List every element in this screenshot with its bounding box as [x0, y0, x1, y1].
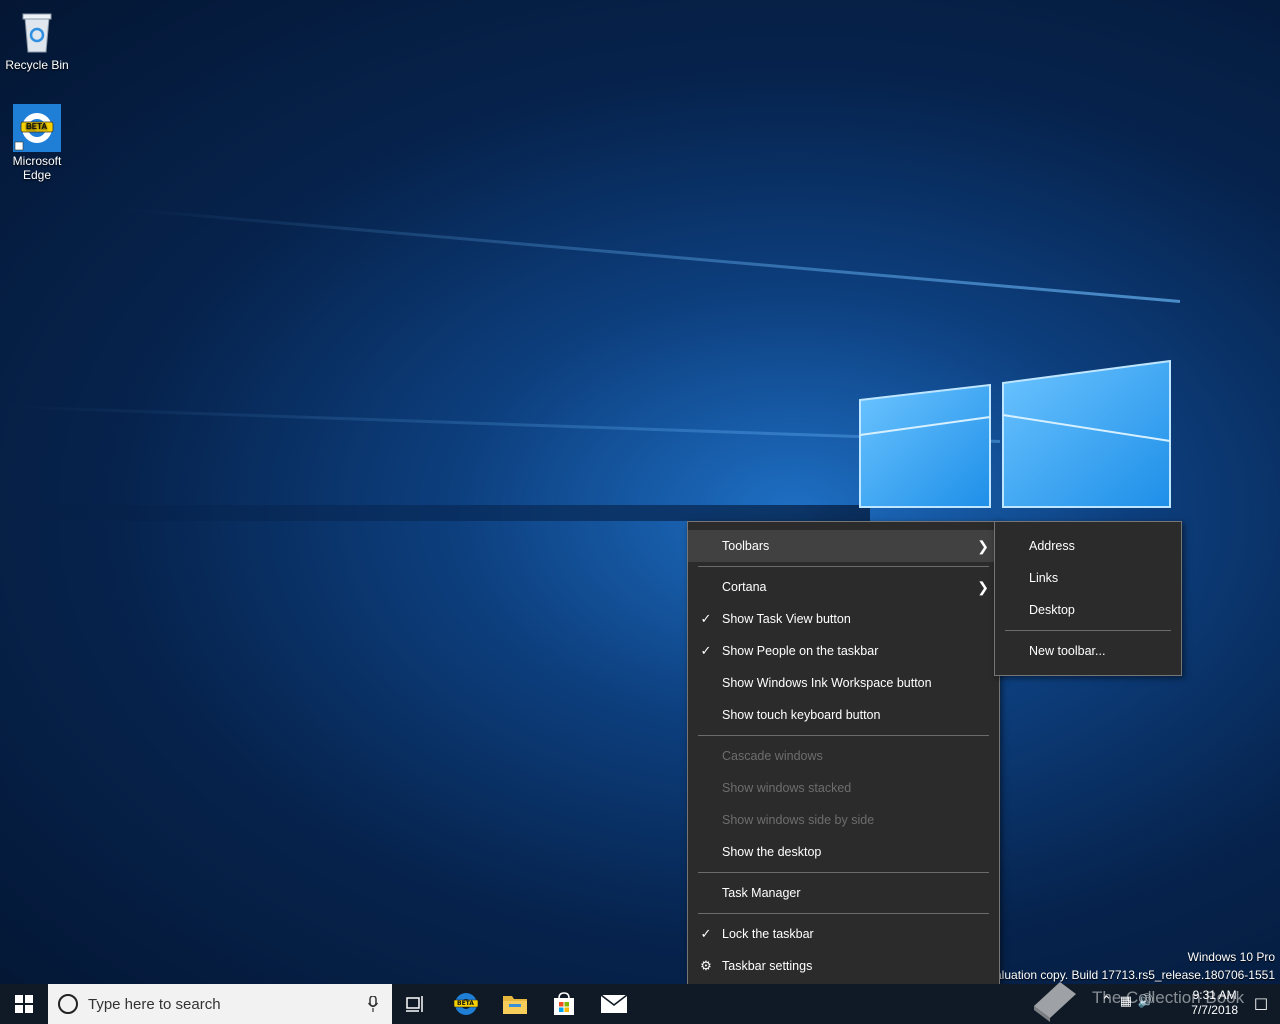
checkmark-icon: ✓: [700, 643, 712, 658]
submenu-item-desktop[interactable]: Desktop: [995, 594, 1181, 626]
evaluation-watermark: Windows 10 Pro Evaluation copy. Build 17…: [981, 948, 1275, 984]
menu-item-lock-the-taskbar[interactable]: ✓ Lock the taskbar: [688, 918, 999, 950]
mail-envelope-icon: [601, 995, 627, 1013]
microsoft-edge-label: Microsoft Edge: [12, 154, 62, 182]
menu-item-label: Show windows stacked: [722, 781, 852, 795]
menu-item-label: Show Task View button: [722, 612, 851, 626]
menu-separator: [698, 913, 989, 914]
shadow-band: [0, 505, 870, 521]
menu-item-label: Cortana: [722, 580, 767, 594]
network-icon[interactable]: ▦: [1120, 994, 1132, 1009]
taskbar: Type here to search BETA ⌃ ▦ 🔊 9:31 AM 7…: [0, 984, 1280, 1024]
edition-text: Windows 10 Pro: [1187, 950, 1275, 964]
microphone-icon[interactable]: [368, 996, 378, 1012]
menu-item-label: Show the desktop: [722, 845, 822, 859]
menu-separator: [698, 872, 989, 873]
chevron-right-icon: ❯: [977, 579, 989, 595]
toolbars-submenu: Address Links Desktop New toolbar...: [994, 521, 1182, 676]
menu-item-label: Show windows side by side: [722, 813, 875, 827]
menu-item-show-windows-side-by-side: Show windows side by side: [688, 804, 999, 836]
beta-badge-label: BETA: [26, 122, 48, 131]
menu-item-show-touch-keyboard[interactable]: Show touch keyboard button: [688, 699, 999, 731]
edge-beta-icon: BETA: [13, 104, 61, 152]
menu-item-label: Cascade windows: [722, 749, 823, 763]
task-view-icon: [406, 996, 423, 1012]
menu-item-label: Toolbars: [722, 539, 770, 553]
light-beam: [0, 405, 1001, 443]
mail-button[interactable]: [590, 984, 638, 1024]
recycle-bin-icon: [13, 8, 61, 56]
menu-item-label: New toolbar...: [1029, 644, 1106, 658]
menu-item-show-task-view-button[interactable]: ✓ Show Task View button: [688, 603, 999, 635]
menu-item-label: Show touch keyboard button: [722, 708, 881, 722]
checkmark-icon: ✓: [700, 611, 712, 626]
action-center-icon[interactable]: □: [1254, 994, 1268, 1012]
menu-item-label: Links: [1029, 571, 1059, 585]
volume-icon[interactable]: 🔊: [1138, 994, 1154, 1009]
start-button[interactable]: [0, 984, 48, 1024]
edge-beta-badge: BETA: [457, 1000, 474, 1007]
search-placeholder: Type here to search: [88, 995, 221, 1013]
submenu-item-address[interactable]: Address: [995, 530, 1181, 562]
chevron-right-icon: ❯: [977, 538, 989, 554]
menu-separator: [698, 566, 989, 567]
menu-item-label: Address: [1029, 539, 1075, 553]
menu-item-label: Taskbar settings: [722, 959, 813, 973]
chevron-up-icon[interactable]: ⌃: [1101, 994, 1112, 1009]
menu-item-cascade-windows: Cascade windows: [688, 740, 999, 772]
build-text: Evaluation copy. Build 17713.rs5_release…: [981, 968, 1275, 982]
light-beam: [123, 207, 1181, 303]
menu-item-toolbars[interactable]: Toolbars ❯: [688, 530, 999, 562]
menu-item-task-manager[interactable]: Task Manager: [688, 877, 999, 909]
file-explorer-button[interactable]: [491, 984, 539, 1024]
menu-item-show-the-desktop[interactable]: Show the desktop: [688, 836, 999, 868]
cortana-circle-icon: [58, 994, 78, 1014]
submenu-item-links[interactable]: Links: [995, 562, 1181, 594]
clock[interactable]: 9:31 AM 7/7/2018: [1191, 988, 1238, 1018]
microsoft-edge-desktop-icon[interactable]: BETA Microsoft Edge: [1, 104, 73, 182]
windows-start-icon: [15, 995, 33, 1013]
clock-date: 7/7/2018: [1191, 1003, 1238, 1017]
menu-item-label: Show Windows Ink Workspace button: [722, 676, 932, 690]
edge-beta-icon: BETA: [453, 991, 479, 1017]
gear-icon: ⚙: [700, 958, 712, 973]
menu-separator: [1005, 630, 1171, 631]
microsoft-store-button[interactable]: [540, 984, 588, 1024]
windows-logo-wallpaper: [859, 359, 1171, 508]
menu-item-label: Task Manager: [722, 886, 801, 900]
menu-item-show-windows-stacked: Show windows stacked: [688, 772, 999, 804]
menu-separator: [698, 735, 989, 736]
menu-item-label: Show People on the taskbar: [722, 644, 879, 658]
task-view-button[interactable]: [392, 984, 440, 1024]
clock-time: 9:31 AM: [1192, 988, 1237, 1002]
store-bag-icon: [554, 992, 574, 1015]
menu-item-cortana[interactable]: Cortana ❯: [688, 571, 999, 603]
menu-item-label: Desktop: [1029, 603, 1075, 617]
checkmark-icon: ✓: [700, 926, 712, 941]
menu-item-taskbar-settings[interactable]: ⚙ Taskbar settings: [688, 950, 999, 982]
taskbar-context-menu: Toolbars ❯ Cortana ❯ ✓ Show Task View bu…: [687, 521, 1000, 991]
taskbar-search-box[interactable]: Type here to search: [48, 984, 392, 1024]
recycle-bin-label: Recycle Bin: [5, 58, 69, 72]
desktop-background: Recycle Bin BETA Microsoft Edge Windows …: [0, 0, 1280, 984]
edge-beta-taskbar-button[interactable]: BETA: [442, 984, 490, 1024]
menu-item-show-ink-workspace[interactable]: Show Windows Ink Workspace button: [688, 667, 999, 699]
submenu-item-new-toolbar[interactable]: New toolbar...: [995, 635, 1181, 667]
recycle-bin-desktop-icon[interactable]: Recycle Bin: [1, 8, 73, 72]
menu-item-label: Lock the taskbar: [722, 927, 814, 941]
folder-icon: [503, 996, 527, 1014]
menu-item-show-people[interactable]: ✓ Show People on the taskbar: [688, 635, 999, 667]
